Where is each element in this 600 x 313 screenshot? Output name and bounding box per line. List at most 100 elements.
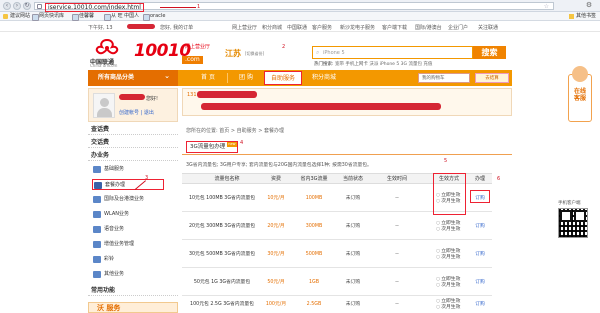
- top-link[interactable]: 关注联通: [478, 24, 498, 31]
- annotation-1: 1: [197, 4, 201, 10]
- sidebar-item[interactable]: WLAN业务: [92, 209, 164, 220]
- nav-item-groupbuy[interactable]: 团 购: [228, 70, 264, 86]
- back-icon[interactable]: ‹: [3, 2, 11, 10]
- column-header: 生效时间: [386, 176, 407, 182]
- top-link[interactable]: 您好, 我的订单: [160, 24, 193, 31]
- tab-3g-traffic[interactable]: 3G流量包办理 new: [186, 141, 238, 153]
- column-header: 流量包名称: [214, 176, 240, 182]
- site-com-badge: .com: [182, 56, 203, 64]
- sidebar-item[interactable]: 增值业务管理: [92, 239, 164, 250]
- main-nav: 所有商品分类 首 页 团 购 自助服务 积分商城 我的购物车 去结算: [88, 68, 512, 86]
- url-text[interactable]: iservice.10010.com/index.html: [45, 3, 144, 12]
- user-box: 您好! 创建帐号 | 退出: [88, 88, 178, 122]
- mode-options[interactable]: 立即生效次月生效: [436, 241, 466, 268]
- region-switch[interactable]: [切换省份]: [245, 51, 264, 57]
- bookmark-item[interactable]: 从 旺 中国人: [104, 13, 139, 21]
- highlight-box-mode: [433, 173, 466, 215]
- price: 10元/月: [267, 196, 285, 201]
- sidebar-item[interactable]: 国际及台港澳业务: [92, 194, 164, 205]
- effective-time: --: [395, 252, 399, 257]
- promo-banner[interactable]: 沃 服务: [88, 302, 178, 313]
- top-link[interactable]: 国际/港澳台: [415, 24, 442, 31]
- sidebar-item[interactable]: 其他业务: [92, 269, 164, 280]
- online-service-label[interactable]: 在线客服: [573, 88, 587, 102]
- forward-icon[interactable]: ›: [13, 2, 21, 10]
- mode-radio[interactable]: 次月生效: [436, 227, 466, 233]
- bookmark-item[interactable]: 佳馨馨: [72, 13, 94, 21]
- effective-time: --: [395, 196, 399, 201]
- top-greeting: 下午好, 13: [88, 25, 113, 31]
- sidebar-section[interactable]: 查话费: [88, 124, 178, 135]
- order-link[interactable]: 订购: [470, 269, 490, 296]
- top-link[interactable]: 新沙龙电子服务: [340, 24, 375, 31]
- top-link[interactable]: 客户端下载: [382, 24, 407, 31]
- sidebar-item-package[interactable]: 套餐办理: [92, 179, 164, 190]
- hot-terms[interactable]: 宽带 手机上网卡 沃派 iPhone 5 3G 流量包 充值: [335, 62, 432, 67]
- more-icon: [93, 271, 101, 278]
- package-name: 10元包 100MB 3G省内流量包: [188, 196, 256, 201]
- account-info: 131: [182, 88, 512, 116]
- tab-underline: [182, 154, 512, 155]
- top-link[interactable]: 积分商城: [262, 24, 282, 31]
- top-link[interactable]: 中国联通: [287, 24, 307, 31]
- mode-radio[interactable]: 次月生效: [436, 255, 466, 261]
- reload-icon[interactable]: ↻: [23, 2, 31, 10]
- price: 20元/月: [267, 224, 285, 229]
- category-menu[interactable]: 所有商品分类: [88, 68, 178, 86]
- mode-radio[interactable]: 次月生效: [436, 305, 466, 311]
- table-row: 100元包 2.5G 3G省内流量包 100元/月 2.5GB 未订购 -- 立…: [182, 297, 492, 313]
- bookmark-item[interactable]: oracle: [143, 13, 165, 21]
- sidebar-item[interactable]: 基础服务: [92, 164, 164, 175]
- top-link[interactable]: 企业门户: [448, 24, 468, 31]
- search-button[interactable]: 搜索: [473, 46, 506, 59]
- nav-item-home[interactable]: 首 页: [190, 70, 226, 86]
- address-bar[interactable]: iservice.10010.com/index.html ☆: [34, 2, 554, 12]
- sidebar-item[interactable]: 语音业务: [92, 224, 164, 235]
- order-select[interactable]: 我的购物车: [418, 73, 470, 83]
- brand-en: China unicom: [90, 63, 118, 68]
- user-greeting: 您好!: [146, 96, 159, 102]
- search-input[interactable]: ⌕ iPhone 5: [312, 46, 473, 59]
- sidebar-section[interactable]: 常用功能: [88, 285, 178, 296]
- sidebar-item[interactable]: 彩铃: [92, 254, 164, 265]
- mode-options[interactable]: 立即生效次月生效: [436, 269, 466, 296]
- nav-item-self-service[interactable]: 自助服务: [264, 71, 302, 85]
- annotation-2: 2: [282, 44, 286, 50]
- region-label: 江苏: [225, 49, 241, 58]
- mode-options[interactable]: 立即生效次月生效: [436, 213, 466, 240]
- bookmark-item[interactable]: 建议网站: [3, 13, 30, 20]
- star-icon[interactable]: ☆: [544, 3, 549, 10]
- top-strip: 下午好, 13 您好, 我的订单 网上营业厅 积分商城 中国联通 客户服务 新沙…: [0, 22, 600, 32]
- page-icon: [37, 4, 42, 9]
- nav-item-points-mall[interactable]: 积分商城: [304, 70, 344, 86]
- order-link[interactable]: 订购: [470, 241, 490, 268]
- search-icon: ⌕: [316, 49, 320, 56]
- top-link[interactable]: 网上营业厅: [232, 24, 257, 31]
- music-icon: [93, 256, 101, 263]
- search-placeholder: iPhone 5: [323, 50, 345, 56]
- effective-time: --: [395, 302, 399, 307]
- qr-code[interactable]: [558, 208, 588, 238]
- effective-time: --: [395, 280, 399, 285]
- user-links[interactable]: 创建帐号 | 退出: [119, 109, 154, 116]
- wrench-icon[interactable]: ⚙: [584, 1, 594, 10]
- mode-radio[interactable]: 次月生效: [436, 283, 466, 289]
- service-icon: [93, 166, 101, 173]
- redaction-mark: [201, 103, 441, 110]
- package-name: 100元包 2.5G 3G省内流量包: [190, 302, 254, 307]
- status: 未订购: [345, 302, 361, 307]
- order-link[interactable]: 订购: [470, 297, 490, 313]
- price: 100元/月: [265, 302, 287, 307]
- order-link[interactable]: 订购: [470, 213, 490, 240]
- annotation-5: 5: [444, 158, 448, 164]
- sidebar-section[interactable]: 交话费: [88, 137, 178, 148]
- bookmark-item[interactable]: 网页快讯库: [32, 13, 64, 21]
- other-bookmarks[interactable]: 其他书签: [568, 13, 596, 20]
- column-header: 办理: [474, 176, 485, 182]
- annotation-arrow: [160, 7, 196, 8]
- top-link[interactable]: 客户服务: [312, 24, 332, 31]
- package-name: 20元包 300MB 3G省内流量包: [188, 224, 256, 229]
- effective-time: --: [395, 224, 399, 229]
- cart-button[interactable]: 去结算: [475, 73, 509, 83]
- mode-options[interactable]: 立即生效次月生效: [436, 297, 466, 313]
